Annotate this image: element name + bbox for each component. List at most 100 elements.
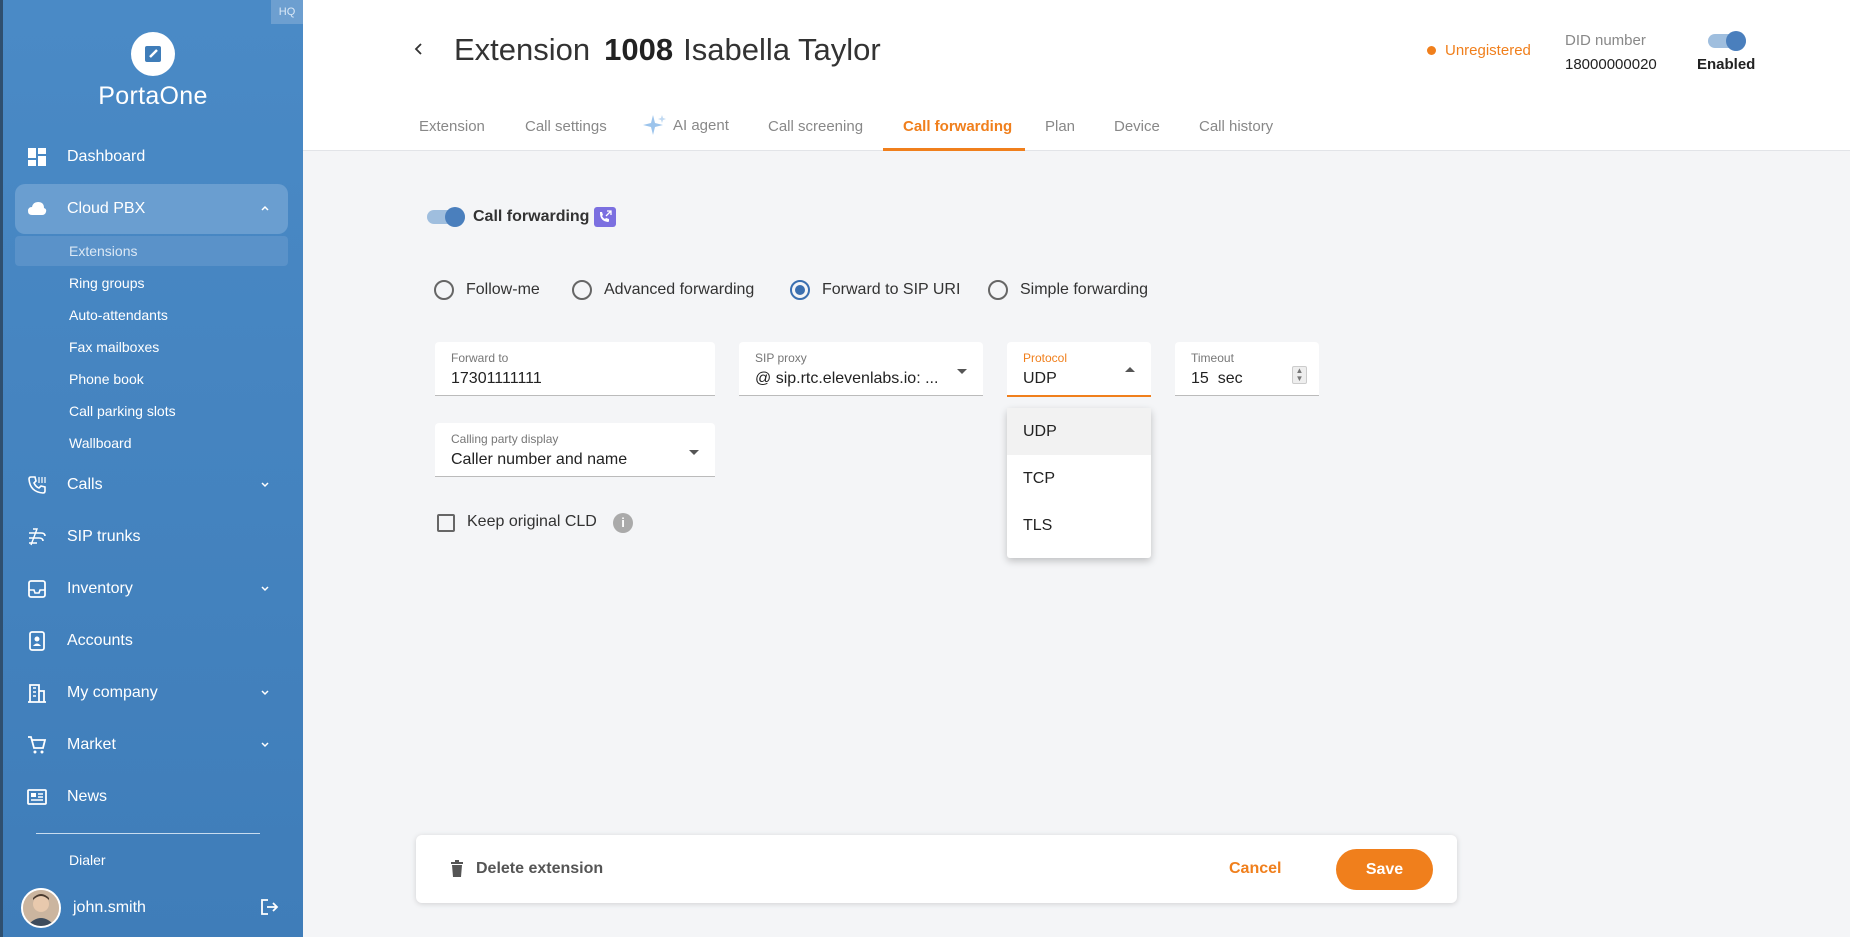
radio-sip-uri-label: Forward to SIP URI [822, 281, 961, 298]
nav-news-label: News [67, 788, 108, 805]
chevron-down-icon [261, 586, 269, 592]
sub-extensions[interactable]: Extensions [15, 236, 288, 266]
nav-accounts[interactable]: Accounts [15, 616, 288, 666]
back-arrow-icon[interactable] [412, 42, 426, 56]
avatar [21, 888, 61, 928]
nav-dialer[interactable]: Dialer [69, 852, 106, 868]
protocol-option-tls[interactable]: TLS [1007, 502, 1151, 549]
stepper-icon[interactable]: ▲ ▼ [1292, 366, 1307, 384]
chevron-down-icon [261, 742, 269, 748]
dropdown-arrow-icon [957, 369, 967, 374]
logout-icon[interactable] [259, 897, 279, 917]
nav-news[interactable]: News [15, 772, 288, 822]
page-title: Extension 1008 Isabella Taylor [454, 32, 881, 68]
radio-advanced-label: Advanced forwarding [604, 281, 755, 298]
tab-call-forwarding[interactable]: Call forwarding [903, 118, 1012, 135]
logo[interactable]: PortaOne [3, 32, 303, 111]
cancel-button[interactable]: Cancel [1229, 860, 1281, 878]
radio-simple-forwarding[interactable]: Simple forwarding [988, 280, 1148, 300]
protocol-option-udp[interactable]: UDP [1007, 408, 1151, 455]
calling-party-label: Calling party display [451, 432, 559, 446]
sidebar-divider [36, 833, 260, 834]
tab-call-history[interactable]: Call history [1199, 118, 1273, 135]
tab-call-screening[interactable]: Call screening [768, 118, 863, 135]
nav-dashboard[interactable]: Dashboard [15, 132, 288, 182]
tab-plan[interactable]: Plan [1045, 118, 1075, 135]
nav-my-company[interactable]: My company [15, 668, 288, 718]
keep-original-cld-checkbox[interactable] [437, 514, 455, 532]
call-forwarding-toggle[interactable] [427, 207, 465, 227]
radio-follow-me[interactable]: Follow-me [434, 280, 540, 300]
nav-inventory-label: Inventory [67, 580, 133, 597]
sip-trunks-icon [29, 528, 46, 546]
radio-advanced-forwarding[interactable]: Advanced forwarding [572, 280, 754, 300]
nav-calls[interactable]: Calls [15, 460, 288, 510]
nav-my-company-label: My company [67, 684, 158, 701]
forward-to-value: 17301111111 [451, 370, 542, 387]
enabled-toggle[interactable] [1708, 31, 1746, 51]
nav-sip-trunks[interactable]: SIP trunks [15, 512, 288, 562]
radio-follow-me-label: Follow-me [466, 281, 540, 298]
phone-icon [28, 476, 46, 494]
did-label: DID number [1565, 32, 1646, 49]
forwarding-badge-icon [594, 207, 616, 227]
tab-ai-agent[interactable]: AI agent [643, 114, 729, 136]
delete-extension-button[interactable]: Delete extension [476, 860, 603, 878]
radio-forward-to-sip-uri[interactable]: Forward to SIP URI [790, 280, 960, 300]
status-text: Unregistered [1445, 42, 1531, 59]
forward-to-field[interactable]: Forward to 17301111111 [435, 342, 715, 396]
timeout-field[interactable]: Timeout 15 sec ▲ ▼ [1175, 342, 1319, 396]
protocol-option-tcp[interactable]: TCP [1007, 455, 1151, 502]
radio-simple-label: Simple forwarding [1020, 281, 1149, 298]
username: john.smith [73, 899, 146, 916]
sub-call-parking-slots[interactable]: Call parking slots [15, 396, 288, 426]
timeout-value: 15 sec [1191, 370, 1243, 388]
nav-cloud-pbx[interactable]: Cloud PBX [15, 184, 288, 234]
inventory-icon [28, 580, 46, 598]
timeout-number: 15 [1191, 370, 1209, 387]
sip-proxy-label: SIP proxy [755, 351, 807, 365]
trash-icon[interactable] [450, 860, 464, 877]
dashboard-icon [28, 148, 46, 166]
active-tab-indicator [883, 148, 1025, 151]
chevron-down-icon [261, 482, 269, 488]
hq-badge: HQ [271, 0, 303, 24]
nav-cloud-pbx-label: Cloud PBX [67, 200, 146, 217]
cart-icon [28, 736, 47, 754]
nav-inventory[interactable]: Inventory [15, 564, 288, 614]
sub-auto-attendants[interactable]: Auto-attendants [15, 300, 288, 330]
forward-to-label: Forward to [451, 351, 509, 365]
action-bar: Delete extension Cancel Save [416, 835, 1457, 903]
sub-wallboard[interactable]: Wallboard [15, 428, 288, 458]
dropdown-arrow-icon [689, 450, 699, 455]
timeout-label: Timeout [1191, 351, 1234, 365]
tab-call-settings[interactable]: Call settings [525, 118, 607, 135]
status-badge: Unregistered [1427, 42, 1531, 59]
extension-name: Isabella Taylor [683, 32, 881, 67]
chevron-down-icon [261, 690, 269, 696]
tab-device[interactable]: Device [1114, 118, 1160, 135]
save-button[interactable]: Save [1336, 849, 1433, 890]
nav-market[interactable]: Market [15, 720, 288, 770]
title-prefix: Extension [454, 32, 591, 67]
did-value: 18000000020 [1565, 56, 1657, 73]
timeout-unit: sec [1217, 370, 1243, 387]
sub-phone-book[interactable]: Phone book [15, 364, 288, 394]
protocol-select[interactable]: Protocol UDP [1007, 342, 1151, 397]
nav-calls-label: Calls [67, 476, 103, 493]
sip-proxy-value: @ sip.rtc.elevenlabs.io: ... [755, 370, 939, 387]
nav-sip-trunks-label: SIP trunks [67, 528, 141, 545]
nav-dashboard-label: Dashboard [67, 148, 146, 165]
sub-fax-mailboxes[interactable]: Fax mailboxes [15, 332, 288, 362]
sip-proxy-select[interactable]: SIP proxy @ sip.rtc.elevenlabs.io: ... [739, 342, 983, 396]
info-icon[interactable]: i [613, 513, 633, 533]
sub-ring-groups[interactable]: Ring groups [15, 268, 288, 298]
protocol-dropdown-menu: UDP TCP TLS [1007, 408, 1151, 558]
cloud-icon [28, 202, 47, 215]
tab-extension[interactable]: Extension [419, 118, 485, 135]
nav-accounts-label: Accounts [67, 632, 133, 649]
calling-party-display-select[interactable]: Calling party display Caller number and … [435, 423, 715, 477]
tab-ai-agent-label: AI agent [673, 116, 729, 134]
protocol-value: UDP [1023, 370, 1057, 387]
user-profile[interactable]: john.smith [21, 888, 146, 928]
